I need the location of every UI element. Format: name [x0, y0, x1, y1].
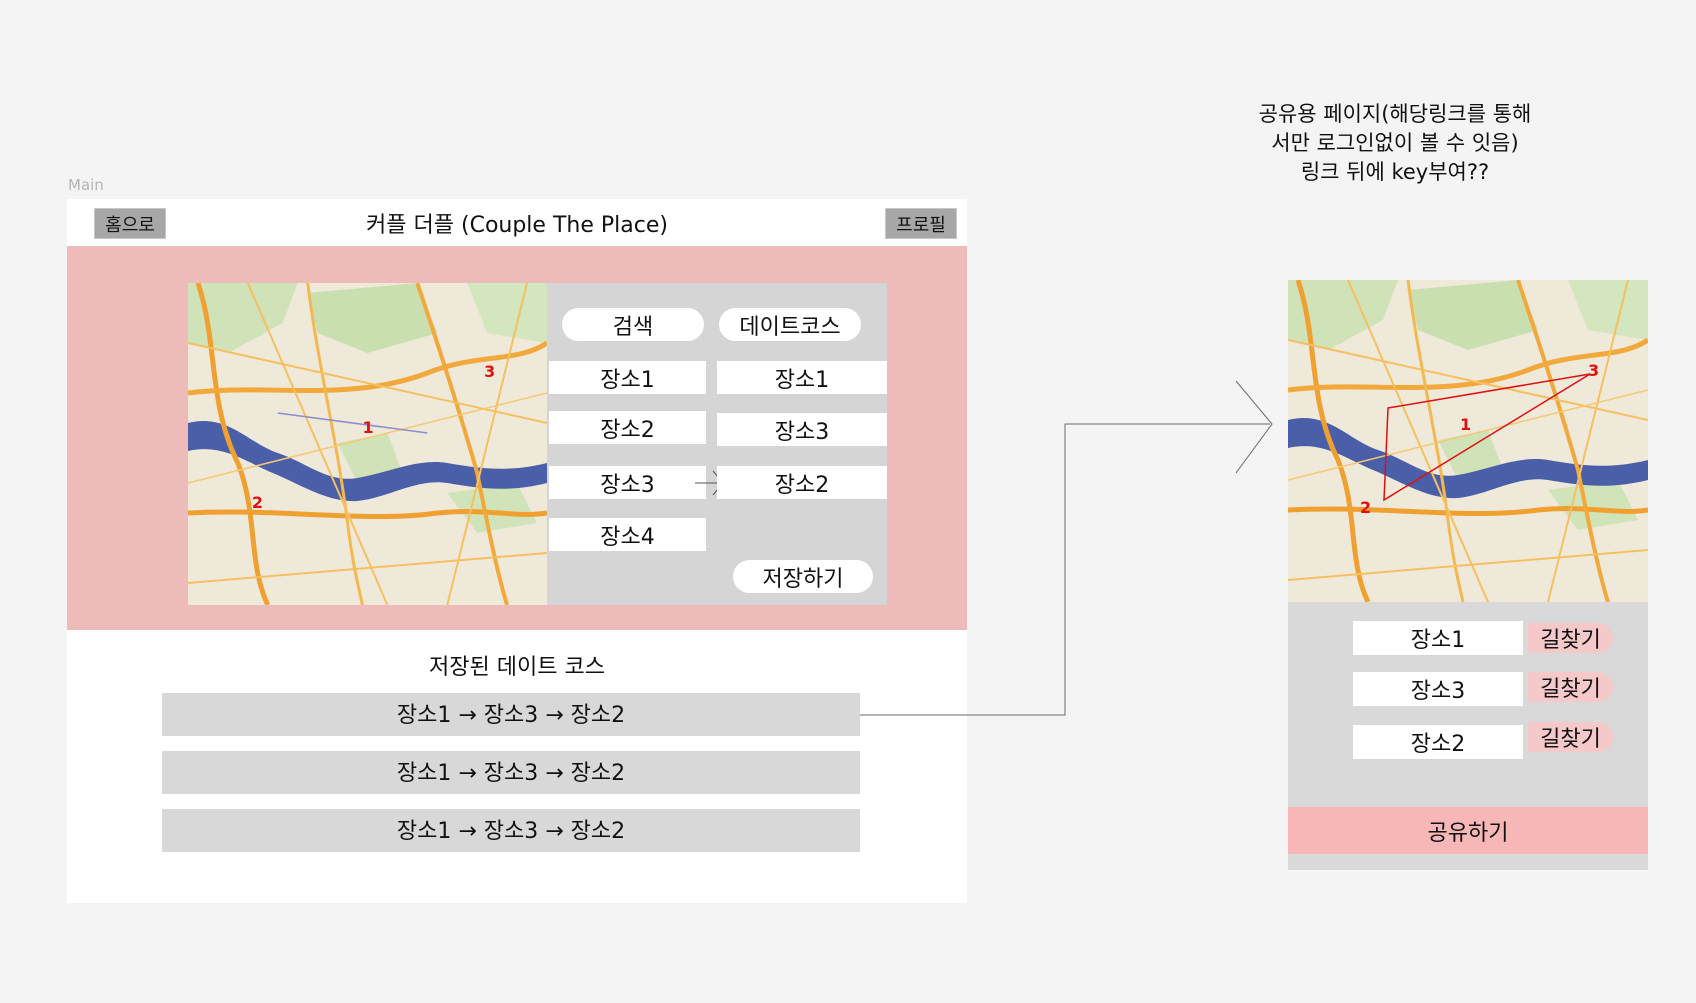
saved-course-row[interactable]: 장소1 → 장소3 → 장소2 — [162, 693, 860, 736]
map-marker-2: 2 — [1360, 498, 1371, 517]
share-page-note: 공유용 페이지(해당링크를 통해 서만 로그인없이 볼 수 잇음) 링크 뒤에 … — [1185, 100, 1605, 187]
planner-section: 1 2 3 검색 데이트코스 장소1 장소2 장소3 장소4 장소1 장소3 장… — [67, 246, 967, 630]
map-marker-2: 2 — [252, 493, 263, 512]
share-map[interactable]: 1 2 3 — [1288, 280, 1648, 602]
saved-course-row[interactable]: 장소1 → 장소3 → 장소2 — [162, 751, 860, 794]
place-item[interactable]: 장소2 — [549, 411, 706, 444]
map-marker-1: 1 — [363, 418, 374, 437]
note-line: 공유용 페이지(해당링크를 통해 — [1258, 102, 1532, 126]
map-marker-1: 1 — [1460, 415, 1471, 434]
share-place-item: 장소3 — [1353, 672, 1523, 706]
note-line: 서만 로그인없이 볼 수 잇음) — [1271, 131, 1519, 155]
share-button[interactable]: 공유하기 — [1288, 807, 1648, 854]
map-marker-3: 3 — [1588, 361, 1599, 380]
place-item[interactable]: 장소1 — [549, 361, 706, 394]
saved-course-row[interactable]: 장소1 → 장소3 → 장소2 — [162, 809, 860, 852]
connector-arrow-icon — [1235, 380, 1273, 474]
place-item[interactable]: 장소3 — [549, 466, 706, 499]
note-line: 링크 뒤에 key부여?? — [1300, 160, 1490, 184]
save-button[interactable]: 저장하기 — [733, 560, 873, 593]
share-page-frame: 1 2 3 장소1 길찾기 장소3 길찾기 장소2 길찾기 공유하기 — [1288, 280, 1648, 870]
search-button[interactable]: 검색 — [562, 308, 704, 341]
home-button[interactable]: 홈으로 — [94, 208, 166, 239]
map-graphic: 1 2 3 — [188, 283, 547, 605]
saved-courses-title: 저장된 데이트 코스 — [429, 655, 605, 680]
seoul-map[interactable]: 1 2 3 — [188, 283, 547, 605]
map-marker-3: 3 — [484, 362, 495, 381]
map-graphic: 1 2 3 — [1288, 280, 1648, 602]
frame-label: Main — [68, 176, 104, 194]
app-title: 커플 더플 (Couple The Place) — [366, 213, 668, 238]
directions-button[interactable]: 길찾기 — [1528, 722, 1613, 752]
directions-button[interactable]: 길찾기 — [1528, 623, 1613, 653]
course-panel: 검색 데이트코스 장소1 장소2 장소3 장소4 장소1 장소3 장소2 저장하… — [547, 283, 887, 605]
course-item[interactable]: 장소3 — [717, 413, 887, 446]
course-item[interactable]: 장소2 — [717, 466, 887, 499]
course-item[interactable]: 장소1 — [717, 361, 887, 394]
share-place-item: 장소1 — [1353, 621, 1523, 655]
directions-button[interactable]: 길찾기 — [1528, 672, 1613, 702]
profile-button[interactable]: 프로필 — [885, 208, 957, 239]
place-item[interactable]: 장소4 — [549, 518, 706, 551]
main-frame: 홈으로 커플 더플 (Couple The Place) 프로필 1 2 3 검… — [67, 199, 967, 903]
share-place-item: 장소2 — [1353, 725, 1523, 759]
date-course-button[interactable]: 데이트코스 — [719, 308, 861, 341]
